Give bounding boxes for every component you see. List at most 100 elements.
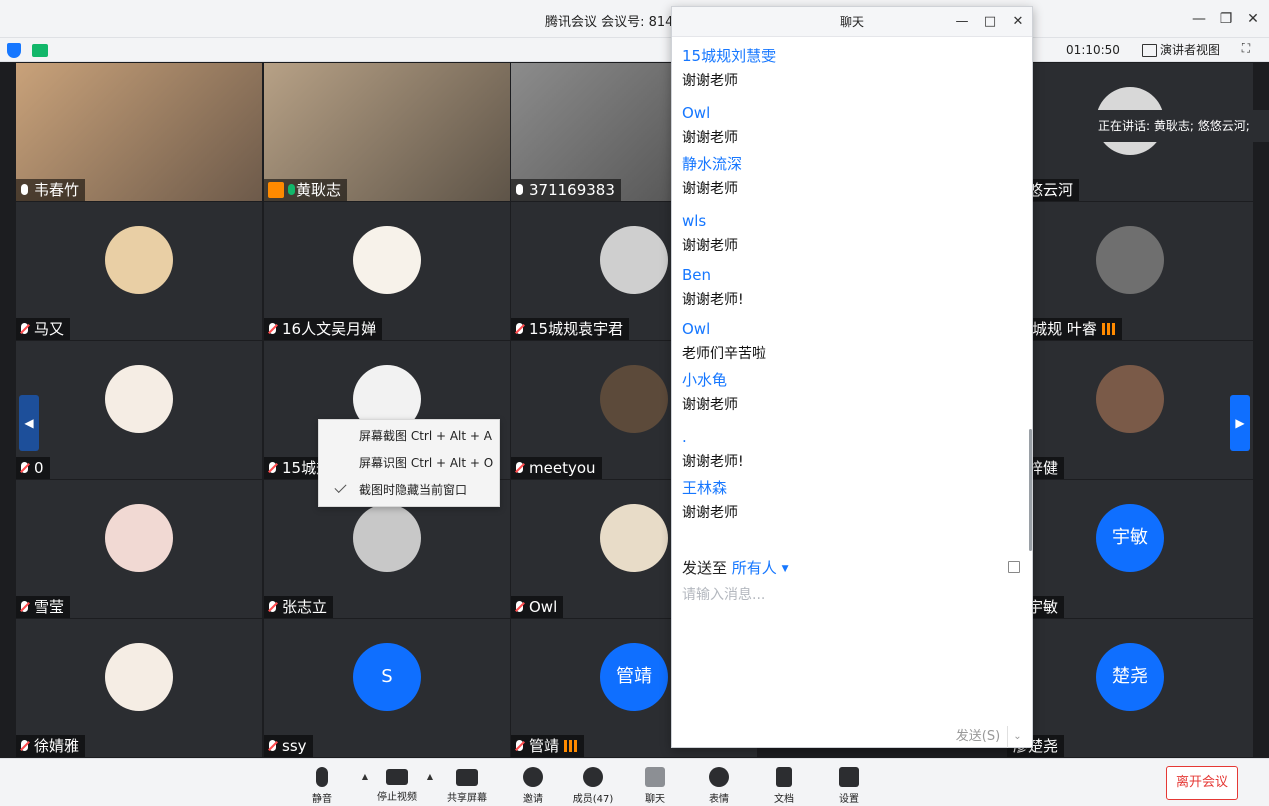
- chat-bubble-icon: [645, 767, 665, 787]
- send-file-icon[interactable]: [1008, 561, 1020, 573]
- participant-name-tag: 15城规袁宇君: [511, 318, 630, 340]
- mic-muted-icon: [516, 323, 523, 334]
- mic-icon: [288, 184, 295, 195]
- chat-button[interactable]: 聊天: [625, 763, 685, 805]
- participant-tile[interactable]: 楚尧 廖楚尧: [1007, 619, 1253, 757]
- participant-avatar: [600, 504, 668, 572]
- message-list[interactable]: 15城规刘慧雯 谢谢老师 Owl 谢谢老师 静水流深 谢谢老师 wls 谢谢老师 Ben…: [672, 37, 1028, 553]
- participant-tile[interactable]: 黄耿志: [264, 63, 510, 201]
- members-button[interactable]: 成员(47): [563, 763, 623, 805]
- participant-tile[interactable]: 徐婧雅: [16, 619, 262, 757]
- network-signal-icon[interactable]: [32, 44, 48, 57]
- maximize-button[interactable]: ❐: [1216, 9, 1236, 29]
- participant-name-tag: 0: [16, 457, 50, 479]
- participant-avatar: 管靖: [600, 643, 668, 711]
- participant-tile[interactable]: 李梓健: [1007, 341, 1253, 479]
- message-text: 谢谢老师: [682, 397, 738, 413]
- chat-message: 静水流深 谢谢老师: [682, 153, 742, 200]
- participant-name-tag: 16人文吴月婵: [264, 318, 383, 340]
- participant-tile[interactable]: S ssy: [264, 619, 510, 757]
- window-title: 腾讯会议 会议号: 814: [545, 15, 674, 30]
- chat-minimize-button[interactable]: —: [952, 12, 972, 32]
- message-sender: 王林森: [682, 479, 728, 497]
- emoji-button[interactable]: 表情: [689, 763, 749, 805]
- settings-grid-icon: [839, 767, 859, 787]
- send-button[interactable]: 发送(S): [953, 726, 1003, 748]
- participant-name-tag: Owl: [511, 596, 564, 618]
- menu-item-screen-recognition[interactable]: 屏幕识图 Ctrl + Alt + O: [319, 450, 501, 477]
- participant-tile[interactable]: 0: [16, 341, 262, 479]
- message-sender: 15城规刘慧雯: [682, 47, 777, 65]
- menu-item-screenshot[interactable]: 屏幕截图 Ctrl + Alt + A: [319, 423, 501, 450]
- message-sender: Ben: [682, 266, 712, 284]
- leave-meeting-button[interactable]: 离开会议: [1166, 766, 1238, 800]
- fullscreen-icon[interactable]: ⛶: [1238, 41, 1254, 57]
- send-to-selector[interactable]: 发送至 所有人 ▼: [682, 557, 789, 579]
- participant-avatar: S: [353, 643, 421, 711]
- chat-message: 王林森 谢谢老师: [682, 477, 738, 524]
- share-screen-icon: [456, 769, 478, 786]
- participant-name-tag: 雪莹: [16, 596, 71, 618]
- mic-icon: [516, 184, 523, 195]
- chat-message: Owl 老师们辛苦啦: [682, 318, 766, 365]
- participant-name-tag: 371169383: [511, 179, 621, 201]
- participant-tile[interactable]: 16人文吴月婵: [264, 202, 510, 340]
- participant-avatar: 宇敏: [1096, 504, 1164, 572]
- prev-page-arrow-icon[interactable]: ◀: [19, 395, 39, 451]
- participant-name-tag: 管靖: [511, 735, 585, 757]
- chat-message: . 谢谢老师!: [682, 426, 744, 473]
- participant-name-tag: 张志立: [264, 596, 334, 618]
- share-screen-button[interactable]: 共享屏幕: [437, 763, 497, 805]
- chat-close-button[interactable]: ✕: [1008, 12, 1028, 32]
- chat-message: Ben 谢谢老师!: [682, 264, 744, 311]
- next-page-arrow-icon[interactable]: ▶: [1230, 395, 1250, 451]
- participant-avatar: [105, 504, 173, 572]
- mute-button[interactable]: 静音: [292, 763, 352, 805]
- participant-avatar: [1096, 226, 1164, 294]
- participant-name-tag: meetyou: [511, 457, 602, 479]
- settings-button[interactable]: 设置: [819, 763, 879, 805]
- menu-item-hide-window[interactable]: 截图时隐藏当前窗口: [319, 477, 501, 504]
- message-sender: Owl: [682, 320, 711, 338]
- participant-avatar: [105, 226, 173, 294]
- video-options-chevron-icon[interactable]: ▲: [425, 772, 435, 782]
- security-shield-icon[interactable]: [7, 43, 21, 58]
- chat-message: 小水龟 谢谢老师: [682, 369, 738, 416]
- speaker-view-button[interactable]: 演讲者视图: [1140, 41, 1220, 59]
- message-text: 谢谢老师: [682, 73, 738, 89]
- camera-icon: [386, 769, 408, 785]
- microphone-icon: [316, 767, 328, 787]
- chat-maximize-button[interactable]: □: [980, 12, 1000, 32]
- mic-muted-icon: [516, 601, 523, 612]
- send-options-chevron-icon[interactable]: ⌄: [1007, 726, 1027, 748]
- message-input[interactable]: [682, 584, 1022, 606]
- mic-muted-icon: [269, 601, 276, 612]
- participant-avatar: 楚尧: [1096, 643, 1164, 711]
- minimize-button[interactable]: —: [1189, 9, 1209, 29]
- invite-button[interactable]: 邀请: [503, 763, 563, 805]
- stop-video-button[interactable]: 停止视频: [367, 763, 427, 805]
- message-sender: wls: [682, 212, 707, 230]
- mic-muted-icon: [269, 462, 276, 473]
- message-text: 谢谢老师!: [682, 454, 744, 470]
- participant-avatar: [600, 226, 668, 294]
- message-text: 谢谢老师: [682, 181, 738, 197]
- docs-button[interactable]: 文档: [754, 763, 814, 805]
- members-icon: [583, 767, 603, 787]
- participant-name-tag: 韦春竹: [16, 179, 86, 201]
- chat-message: wls 谢谢老师: [682, 210, 738, 257]
- mic-muted-icon: [516, 740, 523, 751]
- participant-tile[interactable]: 韦春竹: [16, 63, 262, 201]
- participant-tile[interactable]: 宇敏 林宇敏: [1007, 480, 1253, 618]
- participant-name-tag: 黄耿志: [264, 179, 348, 201]
- close-button[interactable]: ✕: [1243, 9, 1263, 29]
- chat-title-bar: 聊天: [672, 7, 1032, 37]
- participant-tile[interactable]: 马又: [16, 202, 262, 340]
- participant-avatar: [105, 365, 173, 433]
- signal-strength-icon: [1101, 323, 1116, 335]
- chat-scrollbar[interactable]: [1029, 429, 1032, 551]
- participant-tile[interactable]: 雪莹: [16, 480, 262, 618]
- chat-title: 聊天: [839, 15, 864, 29]
- meeting-timer: 01:10:50: [1066, 43, 1120, 57]
- participant-tile[interactable]: 15城规 叶睿: [1007, 202, 1253, 340]
